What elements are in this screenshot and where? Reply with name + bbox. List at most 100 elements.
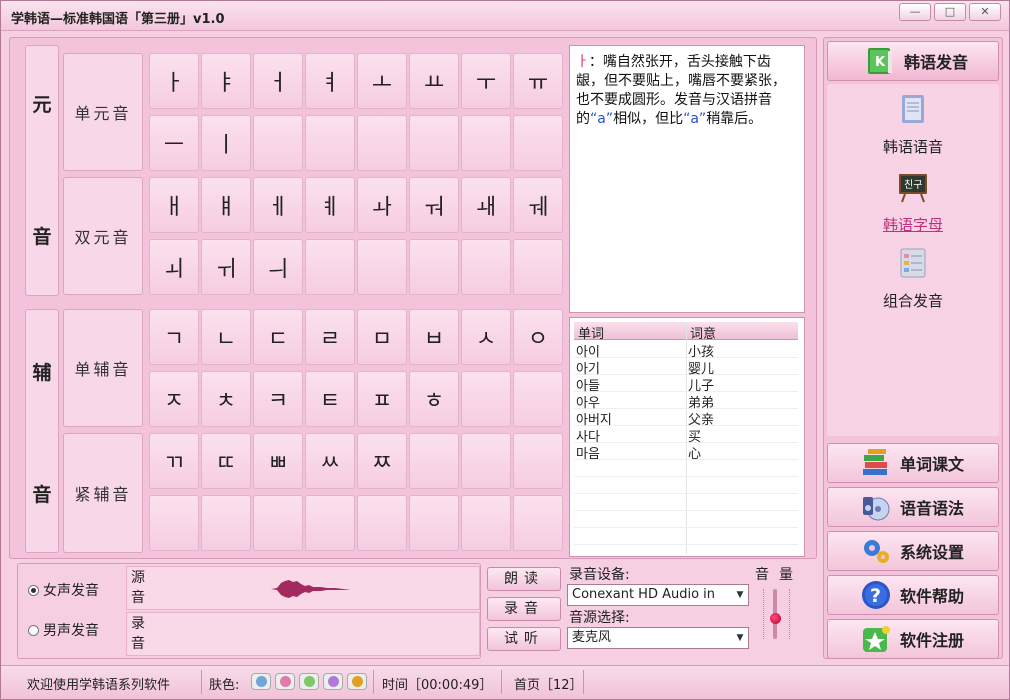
svg-text:친구: 친구 (904, 179, 922, 191)
letter-cell[interactable]: ㅘ (357, 177, 407, 233)
skin-color-swatch[interactable] (347, 673, 367, 690)
nav-software-register[interactable]: 软件注册 (827, 619, 999, 659)
swatch-dot (256, 676, 267, 687)
table-row[interactable]: 아이 小孩 (574, 341, 798, 360)
letter-cell[interactable]: ㅏ (149, 53, 199, 109)
letter-cell[interactable]: ㅕ (305, 53, 355, 109)
source-select[interactable]: 麦克风 ▼ (567, 627, 749, 649)
letter-cell[interactable]: ㅈ (149, 371, 199, 427)
letter-cell[interactable]: ㅞ (513, 177, 563, 233)
letter-cell[interactable]: ㅠ (513, 53, 563, 109)
table-row[interactable]: 아버지 父亲 (574, 409, 798, 428)
word-table: 单词 词意 아이 小孩 아기 婴儿 아들 儿子 아우 弟弟 아버지 父亲 사다 买 마음 心 (569, 317, 805, 557)
chalkboard-icon: 친구 (899, 174, 927, 203)
consonant-label-char-1: 辅 (32, 362, 52, 384)
letter-cell[interactable]: ㅛ (409, 53, 459, 109)
letter-cell[interactable]: ㄲ (149, 433, 199, 489)
nav-software-help[interactable]: ? 软件帮助 (827, 575, 999, 615)
letter-cell[interactable]: ㅓ (253, 53, 303, 109)
letter-cell[interactable]: ㅡ (149, 115, 199, 171)
letter-cell[interactable]: ㅍ (357, 371, 407, 427)
sub-nav-label-1: 韩语语音 (882, 138, 943, 156)
letter-cell[interactable]: ㅚ (149, 239, 199, 295)
empty-letter-cell (409, 495, 459, 551)
female-radio-dot[interactable] (28, 584, 39, 596)
male-voice-radio[interactable]: 男声发音 (28, 620, 99, 640)
record-waveform: 录音 (126, 612, 480, 656)
table-row[interactable]: 아들 儿子 (574, 375, 798, 394)
letter-cell[interactable]: ㅜ (461, 53, 511, 109)
letter-cell[interactable]: ㅗ (357, 53, 407, 109)
letter-cell[interactable]: ㅙ (461, 177, 511, 233)
letter-cell[interactable]: ㅉ (357, 433, 407, 489)
letter-cell[interactable]: ㅑ (201, 53, 251, 109)
male-radio-dot[interactable] (28, 624, 39, 636)
chevron-down-icon[interactable]: ▼ (732, 585, 748, 605)
gears-icon (864, 540, 889, 563)
empty-letter-cell (409, 433, 459, 489)
letter-cell[interactable]: ㅊ (201, 371, 251, 427)
volume-slider-knob[interactable] (770, 613, 781, 624)
sub-nav-combined-pronunciation[interactable]: 组合发音 (827, 246, 999, 311)
source-select-value: 麦克风 (572, 630, 612, 645)
skin-color-swatch[interactable] (251, 673, 271, 690)
letter-cell[interactable]: ㅒ (201, 177, 251, 233)
letter-cell[interactable]: ㅆ (305, 433, 355, 489)
chevron-down-icon[interactable]: ▼ (732, 628, 748, 648)
letter-cell[interactable]: ㄷ (253, 309, 303, 365)
letter-cell[interactable]: ㄹ (305, 309, 355, 365)
status-divider (501, 670, 502, 694)
close-button[interactable]: ✕ (969, 3, 1001, 21)
letter-cell[interactable]: ㄴ (201, 309, 251, 365)
letter-cell[interactable]: ㅎ (409, 371, 459, 427)
letter-cell[interactable]: ㄱ (149, 309, 199, 365)
minimize-button[interactable]: — (899, 3, 931, 21)
record-button[interactable]: 录音 (487, 597, 561, 621)
table-row[interactable]: 마음 心 (574, 443, 798, 462)
table-row[interactable]: 사다 买 (574, 426, 798, 445)
header-meaning[interactable]: 词意 (690, 323, 716, 342)
letter-cell[interactable]: ㅐ (149, 177, 199, 233)
volume-ticks-right (789, 589, 790, 639)
maximize-button[interactable]: □ (934, 3, 966, 21)
empty-letter-cell (513, 239, 563, 295)
nav-word-lessons[interactable]: 单词课文 (827, 443, 999, 483)
letter-cell[interactable]: ㅔ (253, 177, 303, 233)
read-button[interactable]: 朗读 (487, 567, 561, 591)
letter-cell[interactable]: ㅋ (253, 371, 303, 427)
nav-button-label-2: 语音语法 (900, 499, 965, 518)
table-row[interactable]: 아기 婴儿 (574, 358, 798, 377)
empty-letter-cell (513, 495, 563, 551)
nav-korean-pronunciation[interactable]: K 韩语发音 (827, 41, 999, 81)
female-voice-radio[interactable]: 女声发音 (28, 580, 99, 600)
skin-color-swatch[interactable] (275, 673, 295, 690)
letter-cell[interactable]: ㅝ (409, 177, 459, 233)
nav-system-settings[interactable]: 系统设置 (827, 531, 999, 571)
empty-table-row (574, 528, 798, 545)
letter-cell[interactable]: ㅃ (253, 433, 303, 489)
letter-cell[interactable]: ㅇ (513, 309, 563, 365)
letter-cell[interactable]: ㅟ (201, 239, 251, 295)
nav-phonetics-grammar[interactable]: 语音语法 (827, 487, 999, 527)
table-row[interactable]: 아우 弟弟 (574, 392, 798, 411)
letter-cell[interactable]: ㅂ (409, 309, 459, 365)
letter-cell[interactable]: ㅁ (357, 309, 407, 365)
letter-cell[interactable]: ㅅ (461, 309, 511, 365)
device-select[interactable]: Conexant HD Audio in ▼ (567, 584, 749, 606)
skin-color-swatch[interactable] (323, 673, 343, 690)
sub-nav-area: 韩语语音 친구 韩语字母 组合发音 (827, 84, 999, 436)
right-nav-panel: K 韩语发音 韩语语音 친구 韩语字母 组合发音 单词课文 语音语法 系统设置 … (823, 37, 1003, 659)
letter-cell[interactable]: ㅣ (201, 115, 251, 171)
letter-cell[interactable]: ㅖ (305, 177, 355, 233)
letter-cell[interactable]: ㅢ (253, 239, 303, 295)
sub-nav-korean-phonetics[interactable]: 韩语语音 (827, 92, 999, 157)
letter-cell[interactable]: ㅌ (305, 371, 355, 427)
skin-color-swatch[interactable] (299, 673, 319, 690)
listen-button[interactable]: 试听 (487, 627, 561, 651)
header-word[interactable]: 单词 (578, 323, 604, 342)
description-quote-1: “a” (590, 111, 614, 127)
volume-label: 音量 (755, 567, 803, 583)
single-vowel-label: 单元音 (63, 53, 143, 171)
letter-cell[interactable]: ㄸ (201, 433, 251, 489)
sub-nav-korean-alphabet[interactable]: 친구 韩语字母 (827, 170, 999, 235)
